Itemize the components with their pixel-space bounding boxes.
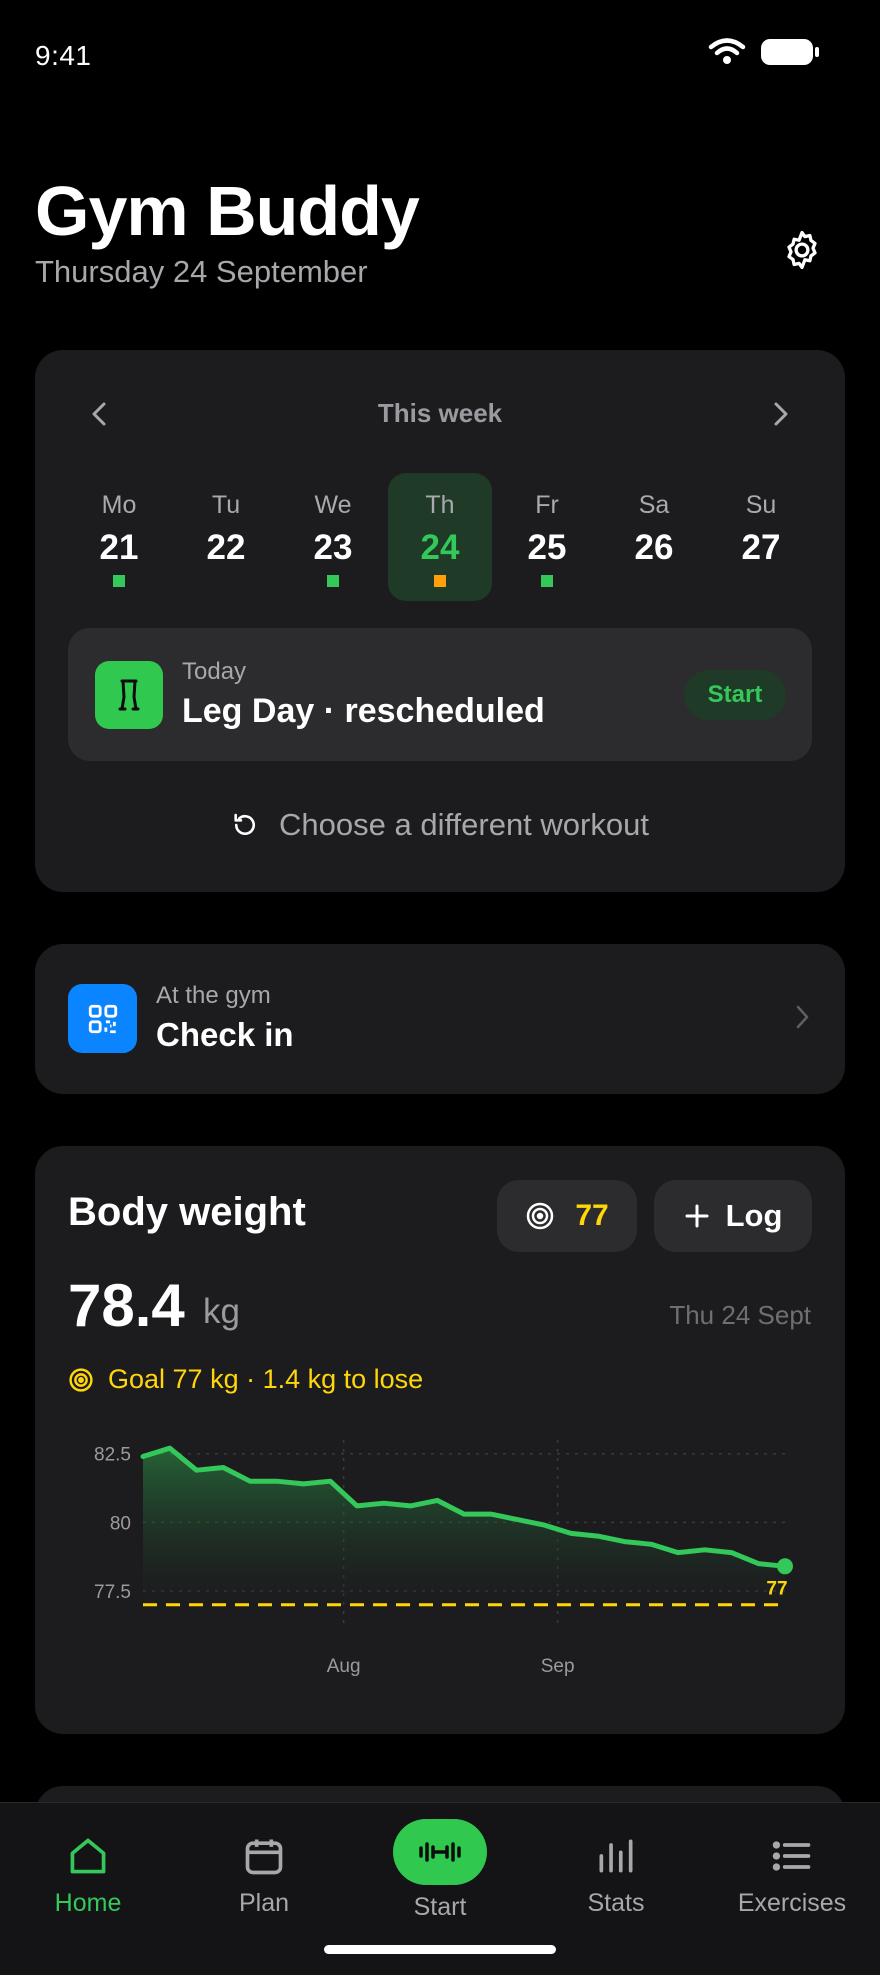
checkin-title: Check in xyxy=(156,1016,294,1053)
day-monday[interactable]: Mo 21 xyxy=(67,473,171,601)
day-number: 21 xyxy=(99,528,139,567)
bar-chart-icon xyxy=(599,1839,633,1873)
day-number: 27 xyxy=(741,528,781,567)
day-number: 24 xyxy=(420,528,460,567)
day-saturday[interactable]: Sa 26 xyxy=(602,473,706,601)
day-tuesday[interactable]: Tu 22 xyxy=(174,473,278,601)
workout-dot xyxy=(113,575,125,587)
tab-home[interactable]: Home xyxy=(0,1831,176,1918)
chevron-right-icon xyxy=(796,1005,809,1029)
weight-title: Body weight xyxy=(68,1190,306,1234)
day-name: Tu xyxy=(211,491,241,519)
day-number: 25 xyxy=(527,528,567,567)
goal-text: Goal 77 kg · 1.4 kg to lose xyxy=(108,1364,424,1394)
goal-value: 77 xyxy=(575,1199,609,1232)
legs-icon xyxy=(95,661,163,729)
y-tick-label: 80 xyxy=(110,1513,131,1534)
plus-icon xyxy=(685,1204,709,1228)
target-icon xyxy=(527,1202,554,1230)
workout-dot xyxy=(327,575,339,587)
workout-dot xyxy=(541,575,553,587)
week-days: Mo 21 Tu 22 We 23 Th 24 Fr 25 Sa 26 Su 2… xyxy=(67,473,813,603)
status-icons xyxy=(708,38,820,66)
workout-dot xyxy=(434,575,446,587)
current-weight: 78.4 xyxy=(68,1272,185,1339)
tab-start[interactable]: Start xyxy=(352,1819,528,1922)
dumbbell-icon xyxy=(419,1842,461,1862)
status-bar: 9:41 xyxy=(0,0,880,110)
day-name: We xyxy=(314,491,352,519)
tab-label: Home xyxy=(54,1889,122,1917)
tab-plan[interactable]: Plan xyxy=(176,1831,352,1918)
tab-label: Start xyxy=(413,1893,467,1921)
day-name: Su xyxy=(745,491,777,519)
header: Gym Buddy Thursday 24 September xyxy=(35,170,845,310)
week-title: This week xyxy=(377,398,503,428)
chevron-right-icon xyxy=(774,402,788,426)
day-thursday[interactable]: Th 24 xyxy=(388,473,492,601)
day-name: Th xyxy=(425,491,455,519)
weight-unit: kg xyxy=(203,1292,240,1331)
gear-icon xyxy=(787,230,817,270)
day-friday[interactable]: Fr 25 xyxy=(495,473,599,601)
tab-label: Exercises xyxy=(737,1889,847,1917)
home-indicator xyxy=(324,1945,556,1954)
today-workout[interactable]: Today Leg Day · rescheduled Start xyxy=(68,628,812,761)
goal-label: 77 xyxy=(766,1579,787,1600)
day-name: Mo xyxy=(101,491,137,519)
calendar-icon xyxy=(245,1839,283,1875)
x-tick-label: Aug xyxy=(327,1656,361,1677)
checkin-card[interactable]: At the gym Check in xyxy=(35,944,845,1094)
latest-point xyxy=(777,1558,793,1575)
y-tick-label: 82.5 xyxy=(94,1445,131,1466)
x-tick-label: Sep xyxy=(541,1656,575,1677)
day-number: 23 xyxy=(313,528,353,567)
body-weight-card: Body weight 77 Log 78.4 kg Thu 24 Sept G… xyxy=(35,1146,845,1734)
start-workout-button[interactable]: Start xyxy=(684,670,786,720)
week-navigation: This week xyxy=(35,388,845,438)
day-sunday[interactable]: Su 27 xyxy=(709,473,813,601)
settings-button[interactable] xyxy=(777,225,827,275)
weight-area xyxy=(143,1448,785,1605)
target-icon xyxy=(69,1367,93,1392)
day-number: 26 xyxy=(634,528,674,567)
tab-label: Stats xyxy=(587,1889,645,1917)
log-label: Log xyxy=(725,1198,783,1233)
weight-chart: 82.5 80 77.5 Aug Sep 77 xyxy=(94,1440,793,1677)
undo-icon xyxy=(234,813,255,836)
current-date: Thursday 24 September xyxy=(35,254,368,289)
day-name: Fr xyxy=(535,491,559,519)
day-number: 22 xyxy=(206,528,246,567)
tab-exercises[interactable]: Exercises xyxy=(704,1831,880,1918)
start-fab-button[interactable] xyxy=(393,1819,487,1885)
battery-icon xyxy=(761,39,819,65)
goal-summary: Goal 77 kg · 1.4 kg to lose xyxy=(68,1364,423,1395)
choose-workout-label: Choose a different workout xyxy=(279,807,649,842)
list-icon xyxy=(772,1841,811,1871)
workout-title: Leg Day · rescheduled xyxy=(182,692,545,730)
checkin-label: At the gym xyxy=(156,982,271,1009)
log-weight-button[interactable]: Log xyxy=(654,1180,812,1252)
day-wednesday[interactable]: We 23 xyxy=(281,473,385,601)
status-time: 9:41 xyxy=(35,40,92,71)
page-title: Gym Buddy xyxy=(35,172,420,250)
set-goal-button[interactable]: 77 xyxy=(497,1180,637,1252)
tab-stats[interactable]: Stats xyxy=(528,1831,704,1918)
next-week-button[interactable] xyxy=(763,396,799,432)
today-label: Today xyxy=(182,658,247,685)
y-tick-label: 77.5 xyxy=(94,1582,131,1603)
home-icon xyxy=(70,1838,106,1874)
weight-date: Thu 24 Sept xyxy=(669,1300,811,1330)
week-card: This week Mo 21 Tu 22 We 23 Th 24 Fr 25 xyxy=(35,350,845,892)
day-name: Sa xyxy=(638,491,670,519)
choose-different-workout-button[interactable]: Choose a different workout xyxy=(35,800,845,850)
tab-label: Plan xyxy=(238,1889,290,1917)
qr-code-icon xyxy=(68,984,137,1053)
wifi-icon xyxy=(708,38,746,64)
